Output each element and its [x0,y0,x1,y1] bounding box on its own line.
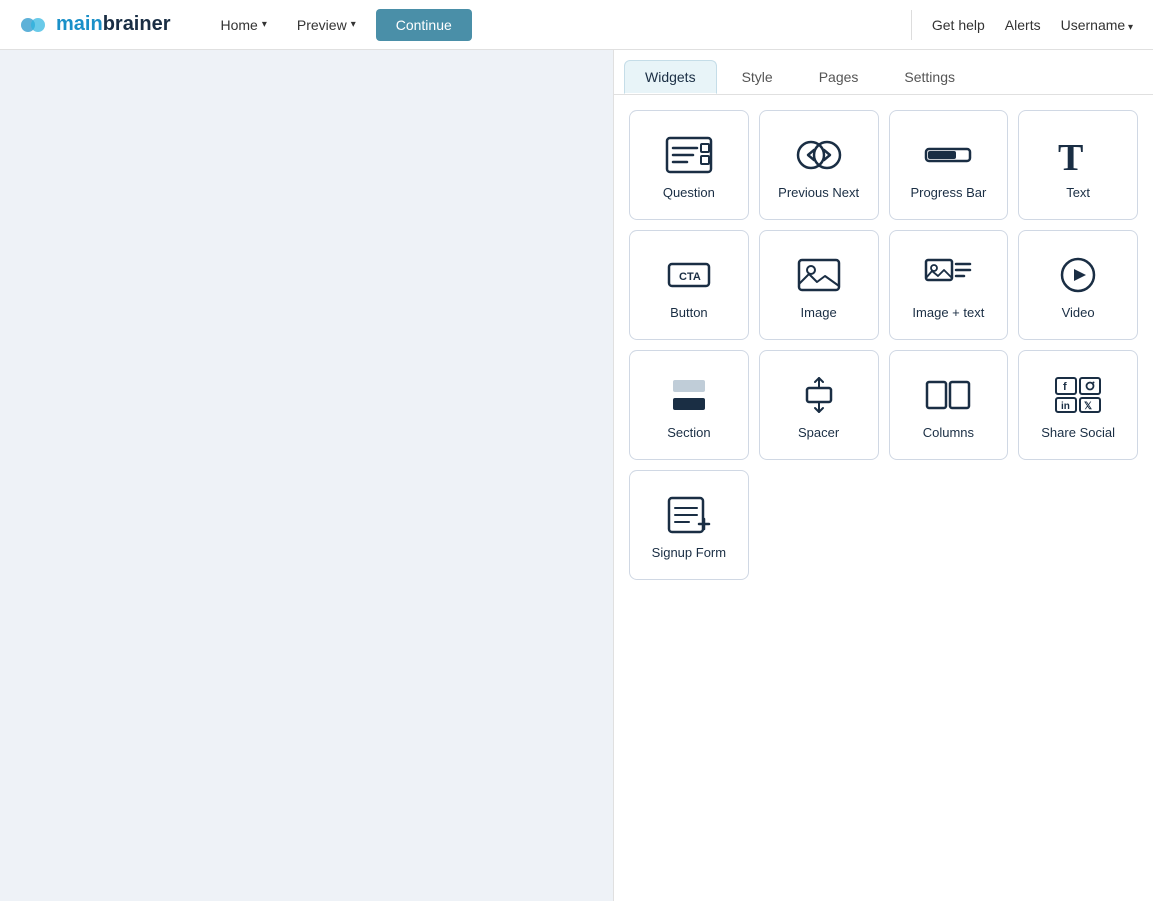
previous-next-icon [794,135,844,175]
widget-previous-next-label: Previous Next [778,185,859,200]
widget-columns-label: Columns [923,425,974,440]
share-social-icon: f in 𝕏 [1053,375,1103,415]
nav-divider [911,10,912,40]
widget-progress-bar[interactable]: Progress Bar [889,110,1009,220]
widget-share-social-label: Share Social [1041,425,1115,440]
widget-columns[interactable]: Columns [889,350,1009,460]
progress-bar-icon [923,135,973,175]
svg-text:CTA: CTA [679,271,701,283]
video-icon [1053,255,1103,295]
widget-spacer-label: Spacer [798,425,839,440]
widget-grid: Question Previous Next [614,95,1153,595]
widget-button[interactable]: CTA Button [629,230,749,340]
nav-links: Home Preview Continue [211,9,911,41]
widget-text[interactable]: T Text [1018,110,1138,220]
widget-image-text-label: Image + text [912,305,984,320]
canvas-area [0,50,613,901]
widget-progress-bar-label: Progress Bar [910,185,986,200]
columns-icon [923,375,973,415]
svg-text:𝕏: 𝕏 [1084,401,1092,412]
widget-question[interactable]: Question [629,110,749,220]
widget-image-text[interactable]: Image + text [889,230,1009,340]
widget-spacer[interactable]: Spacer [759,350,879,460]
widget-section[interactable]: Section [629,350,749,460]
svg-text:T: T [1058,137,1083,174]
widget-image-label: Image [801,305,837,320]
section-icon [664,375,714,415]
widget-share-social[interactable]: f in 𝕏 Share Social [1018,350,1138,460]
question-icon [664,135,714,175]
tab-widgets[interactable]: Widgets [624,60,717,94]
logo[interactable]: mainbrainer [20,10,171,40]
continue-button[interactable]: Continue [376,9,472,41]
tab-pages[interactable]: Pages [798,60,880,94]
widget-video-label: Video [1062,305,1095,320]
widget-text-label: Text [1066,185,1090,200]
spacer-icon [794,375,844,415]
nav-right: Get help Alerts Username [911,10,1133,40]
alerts-link[interactable]: Alerts [1005,17,1041,33]
preview-nav-link[interactable]: Preview [287,11,366,39]
image-icon [794,255,844,295]
widget-button-label: Button [670,305,708,320]
signup-form-icon [664,495,714,535]
get-help-link[interactable]: Get help [932,17,985,33]
tab-style[interactable]: Style [721,60,794,94]
home-nav-link[interactable]: Home [211,11,277,39]
main-layout: Widgets Style Pages Settings [0,50,1153,901]
widget-question-label: Question [663,185,715,200]
widget-signup-form[interactable]: Signup Form [629,470,749,580]
text-icon: T [1053,135,1103,175]
widget-video[interactable]: Video [1018,230,1138,340]
widget-section-label: Section [667,425,710,440]
widget-signup-form-label: Signup Form [652,545,726,560]
image-text-icon [923,255,973,295]
tabs-bar: Widgets Style Pages Settings [614,50,1153,95]
username-link[interactable]: Username [1061,17,1133,33]
widget-image[interactable]: Image [759,230,879,340]
tab-settings[interactable]: Settings [883,60,976,94]
svg-text:f: f [1063,381,1067,393]
svg-text:in: in [1061,401,1070,412]
navbar: mainbrainer Home Preview Continue Get he… [0,0,1153,50]
right-panel: Widgets Style Pages Settings [613,50,1153,901]
logo-text: mainbrainer [56,13,171,36]
widget-previous-next[interactable]: Previous Next [759,110,879,220]
button-icon: CTA [664,255,714,295]
